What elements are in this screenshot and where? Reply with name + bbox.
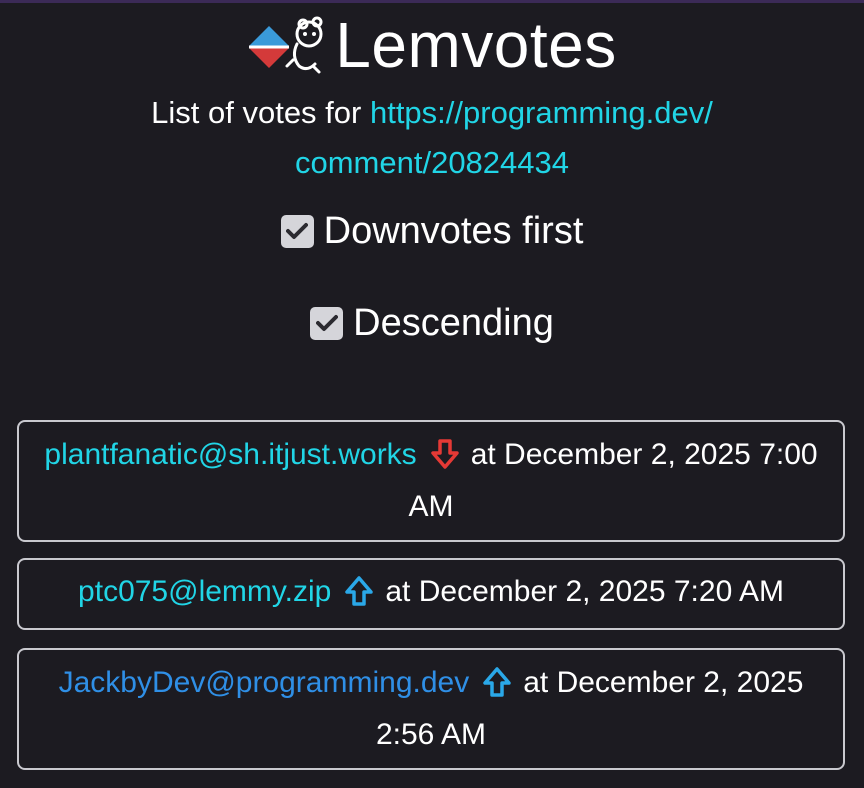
up-arrow-icon xyxy=(483,667,511,697)
option-descending[interactable]: Descending xyxy=(0,300,864,346)
descending-label[interactable]: Descending xyxy=(353,300,554,346)
app-header: Lemvotes xyxy=(0,10,864,80)
subtitle-prefix: List of votes for xyxy=(151,95,370,130)
comment-link-part1[interactable]: https://programming.dev/ xyxy=(370,95,713,130)
vote-timestamp: at December 2, 2025 7:20 AM xyxy=(385,575,784,608)
up-arrow-icon xyxy=(345,576,374,606)
page-subtitle: List of votes for https://programming.de… xyxy=(80,88,784,188)
app-title: Lemvotes xyxy=(335,9,617,81)
vote-timestamp: at December 2, 2025 7:00 AM xyxy=(408,438,818,523)
checkmark-icon xyxy=(315,315,338,331)
vote-card: plantfanatic@sh.itjust.works at December… xyxy=(17,420,845,542)
downvotes-first-checkbox[interactable] xyxy=(280,214,314,248)
downvotes-first-label[interactable]: Downvotes first xyxy=(324,208,584,254)
option-downvotes-first[interactable]: Downvotes first xyxy=(0,208,864,254)
lemvotes-logo-icon xyxy=(249,16,323,74)
comment-link-part2[interactable]: comment/20824434 xyxy=(295,145,569,180)
vote-user-link[interactable]: JackbyDev@programming.dev xyxy=(59,666,470,699)
down-arrow-icon xyxy=(430,439,459,469)
top-accent-line xyxy=(0,0,864,3)
vote-user-link[interactable]: ptc075@lemmy.zip xyxy=(78,575,331,608)
checkmark-icon xyxy=(286,223,309,239)
vote-user-link[interactable]: plantfanatic@sh.itjust.works xyxy=(44,438,416,471)
descending-checkbox[interactable] xyxy=(310,306,344,340)
vote-card: ptc075@lemmy.zip at December 2, 2025 7:2… xyxy=(17,558,845,630)
vote-card: JackbyDev@programming.dev at December 2,… xyxy=(17,648,845,770)
